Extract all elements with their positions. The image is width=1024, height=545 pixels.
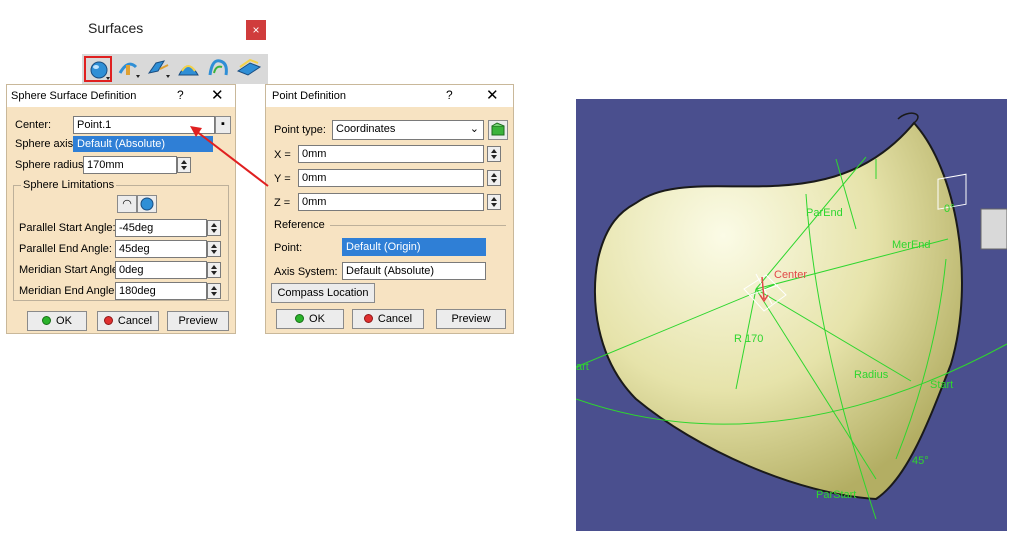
angle-label-2: 0°: [944, 203, 955, 215]
sphere-surface-render: [576, 112, 1007, 520]
parend-label: ParEnd: [806, 207, 843, 219]
parstart-label: ParStart: [816, 489, 857, 501]
3d-viewport[interactable]: ParEnd MerEnd Center R 170 Radius Start …: [576, 99, 1007, 531]
merend-label: MerEnd: [892, 239, 931, 251]
axis-label-box: [980, 208, 1007, 250]
angle-label: 45°: [912, 455, 929, 467]
start-label: Start: [930, 379, 954, 391]
radius-label: Radius: [854, 369, 889, 381]
radius-value-label: R 170: [734, 333, 764, 345]
art-label: art: [576, 361, 589, 373]
center-point-label: Center: [774, 269, 808, 281]
